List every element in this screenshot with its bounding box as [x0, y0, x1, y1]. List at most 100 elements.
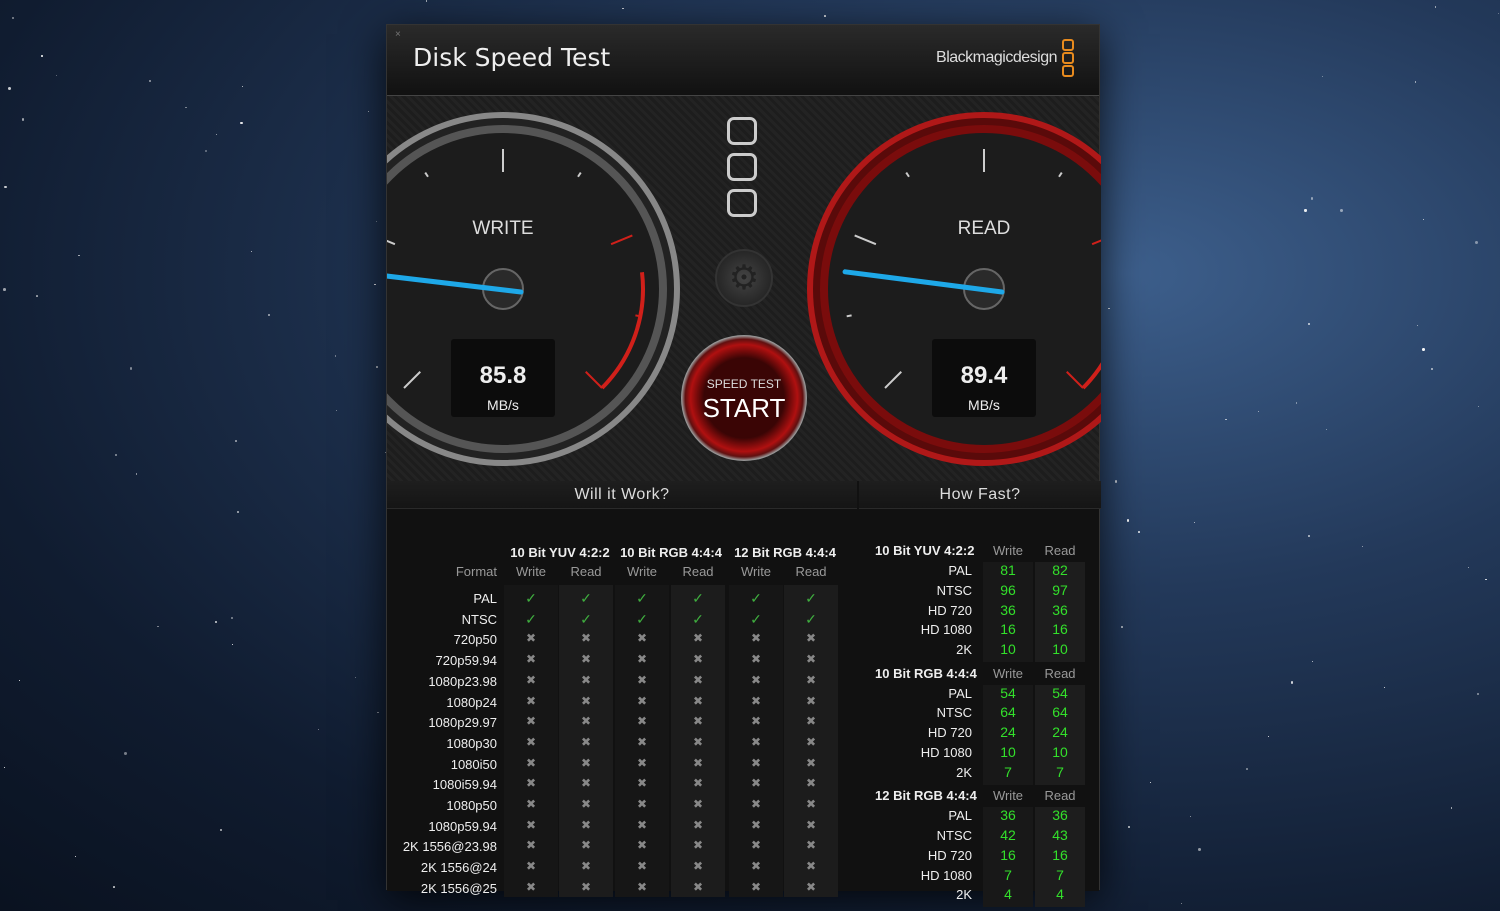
- star: [1311, 660, 1314, 663]
- write-speed-value: 16: [1000, 846, 1016, 863]
- star: [318, 728, 320, 730]
- star: [1310, 197, 1314, 200]
- start-button[interactable]: SPEED TEST START: [681, 335, 807, 461]
- how-fast-format-label: 2K: [956, 887, 972, 903]
- star: [215, 134, 217, 135]
- star: [231, 644, 233, 645]
- star: [1189, 816, 1191, 818]
- cross-icon: ✖: [805, 838, 817, 853]
- star: [1295, 401, 1298, 404]
- star: [1114, 480, 1118, 483]
- star: [1423, 218, 1425, 220]
- cross-icon: ✖: [636, 693, 648, 708]
- star: [1267, 736, 1269, 738]
- check-icon: ✓: [580, 590, 592, 606]
- cross-icon: ✖: [580, 693, 592, 708]
- write-speed-value: 7: [1004, 866, 1012, 883]
- star: [19, 680, 20, 681]
- cross-icon: ✖: [805, 714, 817, 729]
- read-speed-value: 7: [1056, 763, 1064, 780]
- format-label: 1080i50: [450, 756, 497, 772]
- how-fast-group-header: 12 Bit RGB 4:4:4: [875, 788, 977, 804]
- how-fast-format-label: PAL: [948, 563, 972, 578]
- cross-icon: ✖: [692, 631, 704, 646]
- read-speed-value: 16: [1052, 621, 1068, 638]
- settings-button[interactable]: ⚙: [715, 249, 773, 307]
- cross-icon: ✖: [805, 652, 817, 667]
- check-icon: ✓: [750, 610, 762, 627]
- cross-icon: ✖: [580, 755, 592, 770]
- star: [21, 118, 25, 121]
- cross-icon: ✖: [750, 879, 762, 894]
- read-speed-value: 82: [1052, 562, 1068, 578]
- star: [1476, 692, 1480, 696]
- star: [1290, 680, 1294, 684]
- read-speed-value: 43: [1052, 827, 1068, 843]
- write-gauge-unit: MB/s: [487, 397, 519, 413]
- cross-icon: ✖: [692, 652, 704, 667]
- read-gauge-unit: MB/s: [968, 397, 1000, 413]
- cross-icon: ✖: [636, 797, 648, 811]
- star: [236, 510, 240, 513]
- read-speed-value: 36: [1052, 601, 1068, 618]
- check-icon: ✓: [636, 590, 648, 606]
- cross-icon: ✖: [750, 859, 762, 874]
- how-fast-format-label: NTSC: [936, 705, 972, 721]
- star: [204, 149, 208, 153]
- star: [1181, 903, 1182, 904]
- cross-icon: ✖: [692, 817, 704, 832]
- format-label: 720p50: [453, 632, 497, 648]
- format-label: 2K 1556@25: [420, 880, 497, 896]
- how-fast-format-label: PAL: [948, 685, 972, 701]
- cross-icon: ✖: [692, 838, 704, 853]
- check-icon: ✓: [525, 590, 537, 606]
- cross-icon: ✖: [636, 631, 648, 646]
- cross-icon: ✖: [692, 755, 704, 770]
- star: [1340, 208, 1344, 212]
- write-speed-value: 64: [1000, 704, 1016, 721]
- cross-icon: ✖: [636, 672, 648, 687]
- cross-icon: ✖: [580, 672, 592, 687]
- start-button-label: START: [702, 393, 786, 423]
- how-fast-format-label: HD 720: [927, 847, 972, 863]
- star: [1126, 519, 1130, 522]
- column-header-read: Read: [570, 564, 602, 579]
- cross-icon: ✖: [580, 776, 592, 791]
- read-speed-value: 24: [1052, 724, 1068, 741]
- star: [334, 355, 337, 357]
- cross-icon: ✖: [805, 776, 817, 791]
- cross-icon: ✖: [805, 879, 817, 894]
- star: [1475, 241, 1479, 245]
- cross-icon: ✖: [636, 859, 648, 874]
- cross-icon: ✖: [805, 693, 817, 708]
- cross-icon: ✖: [580, 797, 592, 811]
- cross-icon: ✖: [805, 755, 817, 770]
- write-speed-value: 96: [1000, 581, 1016, 598]
- star: [824, 15, 826, 17]
- star: [7, 87, 11, 91]
- cross-icon: ✖: [525, 776, 537, 791]
- cross-icon: ✖: [692, 797, 704, 811]
- star: [234, 439, 237, 442]
- start-button-caption: SPEED TEST: [706, 377, 782, 391]
- how-fast-group-header: 10 Bit RGB 4:4:4: [875, 665, 977, 681]
- read-column-header: Read: [1044, 543, 1076, 558]
- column-header-read: Read: [682, 564, 714, 579]
- star: [215, 620, 218, 623]
- star: [242, 86, 243, 87]
- cross-icon: ✖: [580, 879, 592, 894]
- how-fast-format-label: NTSC: [936, 582, 972, 598]
- how-fast-format-label: 2K: [956, 764, 972, 780]
- format-column-header: Format: [455, 564, 497, 579]
- star: [185, 107, 187, 109]
- blackmagic-logo-icon: [727, 117, 757, 217]
- format-label: 1080p50: [446, 798, 497, 813]
- star: [1497, 12, 1500, 15]
- star: [1308, 535, 1311, 537]
- star: [4, 766, 6, 768]
- format-label: 1080i59.94: [432, 777, 497, 793]
- read-gauge-label: READ: [957, 218, 1011, 239]
- gear-icon: ⚙: [728, 259, 760, 297]
- cross-icon: ✖: [636, 734, 648, 749]
- star: [11, 16, 14, 19]
